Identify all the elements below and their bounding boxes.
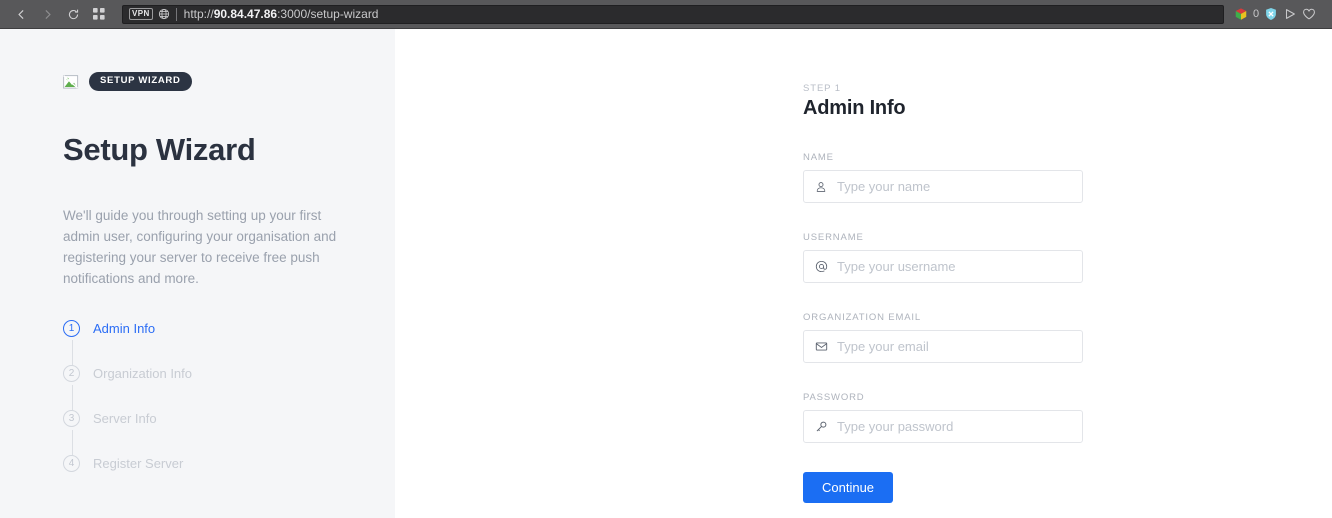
form-step-kicker: STEP 1 [803, 83, 841, 94]
continue-button[interactable]: Continue [803, 472, 894, 503]
form-title: Admin Info [803, 97, 906, 119]
address-bar-separator [175, 7, 177, 21]
extensions-area: 0 [1234, 7, 1316, 21]
wizard-steps: 1 Admin Info 2 Organization Info 3 Serve… [63, 320, 323, 500]
url-text: http://90.84.47.86:3000/setup-wizard [184, 7, 379, 21]
step-connector [72, 340, 73, 365]
username-input-wrap[interactable] [803, 250, 1083, 283]
organization-email-label: ORGANIZATION EMAIL [803, 312, 922, 323]
page-title: Setup Wizard [63, 132, 256, 167]
url-scheme: http:// [183, 7, 214, 21]
forward-button[interactable] [34, 3, 60, 25]
chevron-left-icon [15, 8, 28, 21]
reload-button[interactable] [60, 3, 86, 25]
name-input[interactable] [837, 179, 1073, 194]
wizard-step-admin-info[interactable]: 1 Admin Info [63, 320, 323, 365]
step-number-badge: 3 [63, 410, 80, 427]
organization-email-field-group: ORGANIZATION EMAIL [803, 312, 1083, 363]
user-icon [813, 181, 829, 193]
username-label: USERNAME [803, 232, 864, 243]
step-label: Admin Info [93, 321, 156, 336]
password-input[interactable] [837, 419, 1073, 434]
reload-icon [67, 8, 80, 21]
page-content: SETUP WIZARD Setup Wizard We'll guide yo… [0, 29, 1332, 518]
sidebar-description: We'll guide you through setting up your … [63, 208, 337, 286]
key-icon [813, 420, 829, 433]
step-number-badge: 4 [63, 455, 80, 472]
password-label: PASSWORD [803, 392, 865, 403]
address-bar[interactable]: VPN http://90.84.47.86:3000/setup-wizard [122, 4, 1224, 24]
step-number-badge: 2 [63, 365, 80, 382]
blocker-count: 0 [1253, 8, 1260, 20]
at-icon [813, 260, 829, 273]
step-label: Register Server [93, 456, 184, 471]
setup-wizard-sidebar: SETUP WIZARD Setup Wizard We'll guide yo… [0, 29, 395, 518]
heart-icon[interactable] [1302, 7, 1316, 21]
username-field-group: USERNAME [803, 232, 1083, 283]
name-label: NAME [803, 152, 834, 163]
step-label: Server Info [93, 411, 157, 426]
shield-block-icon[interactable] [1264, 7, 1278, 21]
grid-apps-icon [93, 8, 105, 20]
password-input-wrap[interactable] [803, 410, 1083, 443]
apps-button[interactable] [86, 3, 112, 25]
wizard-step-register-server[interactable]: 4 Register Server [63, 455, 323, 500]
vpn-badge: VPN [129, 8, 153, 20]
wizard-step-organization-info[interactable]: 2 Organization Info [63, 365, 323, 410]
back-button[interactable] [8, 3, 34, 25]
step-connector [72, 430, 73, 455]
send-triangle-icon[interactable] [1283, 7, 1297, 21]
browser-toolbar: VPN http://90.84.47.86:3000/setup-wizard… [0, 0, 1332, 29]
colored-cube-icon[interactable] [1234, 7, 1248, 21]
password-field-group: PASSWORD [803, 392, 1083, 443]
name-input-wrap[interactable] [803, 170, 1083, 203]
step-label: Organization Info [93, 366, 193, 381]
step-connector [72, 385, 73, 410]
url-path: :3000/setup-wizard [277, 7, 379, 21]
globe-icon [158, 8, 170, 20]
brand-row: SETUP WIZARD [63, 72, 192, 91]
url-host: 90.84.47.86 [213, 7, 278, 21]
name-field-group: NAME [803, 152, 1083, 203]
broken-image-icon [63, 74, 79, 90]
organization-email-input[interactable] [837, 339, 1073, 354]
chevron-right-icon [41, 8, 54, 21]
step-number-badge: 1 [63, 320, 80, 337]
wizard-step-server-info[interactable]: 3 Server Info [63, 410, 323, 455]
envelope-icon [813, 340, 829, 353]
organization-email-input-wrap[interactable] [803, 330, 1083, 363]
username-input[interactable] [837, 259, 1073, 274]
setup-wizard-badge: SETUP WIZARD [89, 72, 192, 91]
